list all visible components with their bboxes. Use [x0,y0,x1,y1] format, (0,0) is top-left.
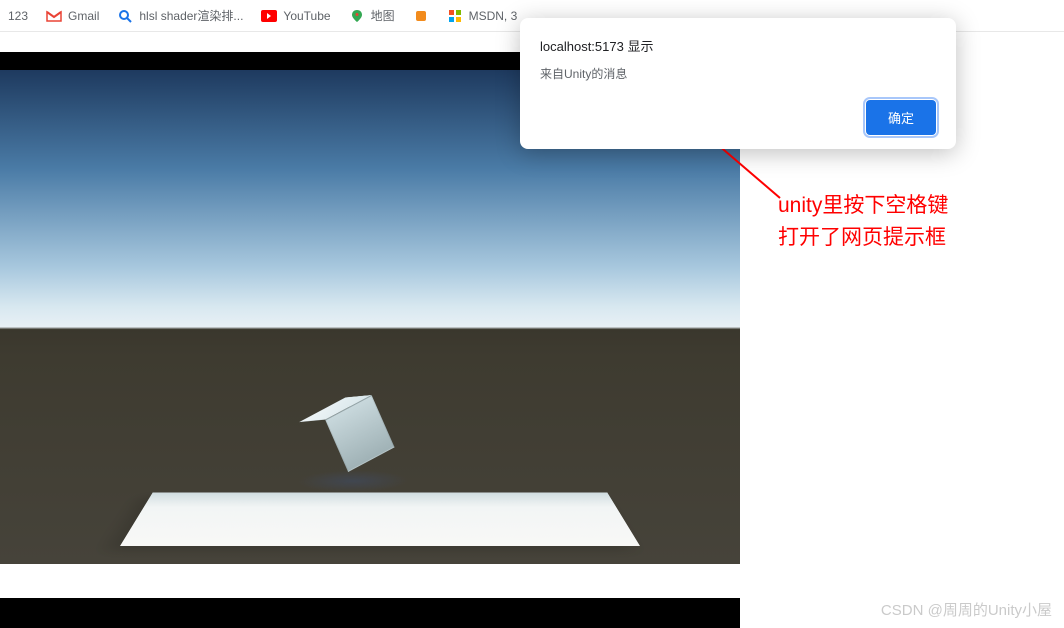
annotation-line1: unity里按下空格键 [778,190,948,222]
gmail-icon [46,8,62,24]
ok-button[interactable]: 确定 [866,100,936,135]
bookmark-msdn[interactable]: MSDN, 3 [447,8,518,24]
annotation-text: unity里按下空格键 打开了网页提示框 [778,190,948,253]
bookmark-unknown[interactable] [413,8,429,24]
bookmark-youtube[interactable]: YouTube [261,8,330,24]
msdn-icon [447,8,463,24]
bookmark-123[interactable]: 123 [8,9,28,23]
ground-plane [120,493,640,546]
youtube-icon [261,8,277,24]
bookmark-maps[interactable]: 地图 [349,7,395,24]
bookmark-gmail[interactable]: Gmail [46,8,99,24]
bookmark-label: YouTube [283,9,330,23]
bookmark-label: hlsl shader渲染排... [139,7,243,24]
generic-icon [413,8,429,24]
bookmark-label: Gmail [68,9,99,23]
bookmark-hlsl[interactable]: hlsl shader渲染排... [117,7,243,24]
search-icon [117,8,133,24]
alert-message: 来自Unity的消息 [540,65,936,82]
alert-dialog: localhost:5173 显示 来自Unity的消息 确定 [520,18,956,149]
bookmark-label: MSDN, 3 [469,9,518,23]
watermark: CSDN @周周的Unity小屋 [881,599,1052,620]
letterbox-bottom [0,598,740,628]
alert-button-row: 确定 [540,100,936,135]
bookmark-label: 123 [8,9,28,23]
bookmark-label: 地图 [371,7,395,24]
alert-title: localhost:5173 显示 [540,36,936,55]
annotation-line2: 打开了网页提示框 [778,222,948,254]
maps-icon [349,8,365,24]
